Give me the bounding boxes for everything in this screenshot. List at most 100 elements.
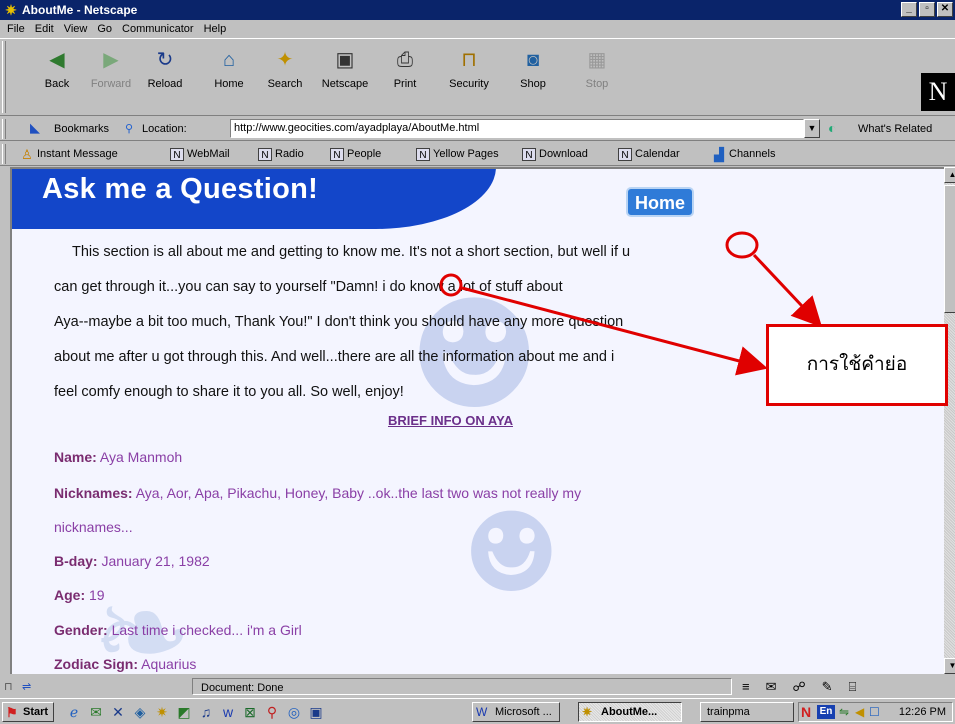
bookmark-page-icon: N [618, 147, 632, 161]
media-icon[interactable]: ♫ [196, 702, 216, 722]
info-gender: Gender: Last time i checked... i'm a Gir… [54, 622, 302, 638]
info-nicknames: Nicknames: Aya, Aor, Apa, Pikachu, Honey… [54, 485, 582, 501]
location-icon[interactable]: ⚲ [125, 117, 133, 141]
location-grip[interactable] [2, 119, 6, 139]
netscape-logo[interactable]: N [921, 73, 955, 111]
stop-button[interactable]: ▦ Stop [570, 47, 624, 107]
word-icon[interactable]: w [218, 702, 238, 722]
search-icon: ✦ [276, 49, 294, 71]
bookmarks-button[interactable]: Bookmarks [54, 117, 109, 141]
search-quick-icon[interactable]: ⚲ [262, 702, 282, 722]
radio-link[interactable]: N Radio [258, 142, 304, 166]
bookmark-page-icon: N [330, 147, 344, 161]
security-lock-icon[interactable]: ⊓ [4, 678, 22, 695]
netscape-button[interactable]: ▣ Netscape [318, 47, 372, 107]
menu-go[interactable]: Go [92, 20, 117, 38]
channels-link[interactable]: ▟ Channels [712, 142, 775, 166]
title-bar[interactable]: ✷ AboutMe - Netscape _ ▫ ✕ [0, 0, 955, 20]
navigation-toolbar: ◀ Back ▶ Forward ↻ Reload ⌂ Home ✦ Searc… [0, 38, 955, 116]
location-label: Location: [142, 123, 187, 135]
language-indicator[interactable]: En [817, 705, 835, 719]
excel-icon[interactable]: ✕ [108, 702, 128, 722]
whats-related-button[interactable]: What's Related [858, 117, 932, 141]
reload-button[interactable]: ↻ Reload [138, 47, 192, 107]
network-icon: ⇌ [22, 681, 32, 693]
status-text: Document: Done [192, 678, 732, 695]
stop-icon: ▦ [587, 49, 607, 71]
download-link[interactable]: N Download [522, 142, 588, 166]
page-title: Ask me a Question! [42, 173, 319, 205]
internet-explorer-icon[interactable]: ℯ [64, 702, 84, 722]
desktop-icon[interactable]: ◈ [130, 702, 150, 722]
url-dropdown-button[interactable]: ▼ [804, 119, 820, 138]
scroll-up-button[interactable]: ▲ [944, 167, 955, 183]
clock[interactable]: 12:26 PM [899, 703, 946, 721]
menu-view[interactable]: View [59, 20, 93, 38]
intro-line: Aya--maybe a bit too much, Thank You!" I… [54, 314, 624, 330]
maximize-button[interactable]: ▫ [919, 2, 935, 17]
netscape-quick-icon[interactable]: ✷ [152, 702, 172, 722]
shop-button[interactable]: ◙ Shop [506, 47, 560, 107]
security-button[interactable]: ⊓ Security [442, 47, 496, 107]
annotation-label: การใช้คำย่อ [766, 324, 948, 406]
network-tray-icon[interactable]: ⇋ [839, 703, 849, 721]
mail-icon[interactable]: ✉ [766, 678, 777, 695]
toolbar-grip[interactable] [2, 41, 6, 113]
menu-communicator[interactable]: Communicator [117, 20, 199, 38]
webmail-link[interactable]: N WebMail [170, 142, 230, 166]
bookmark-page-icon: N [416, 147, 430, 161]
personal-grip[interactable] [2, 144, 6, 164]
vertical-scrollbar[interactable]: ▲ ▼ [944, 167, 955, 674]
composer-icon[interactable]: ✎ [822, 678, 833, 695]
netscape-tray-icon[interactable]: N [801, 703, 811, 721]
menu-edit[interactable]: Edit [30, 20, 59, 38]
intro-line: can get through it...you can say to your… [54, 279, 563, 295]
yellow-pages-link[interactable]: N Yellow Pages [416, 142, 499, 166]
taskbar-button-word[interactable]: W Microsoft ... [472, 702, 560, 722]
navigator-icon[interactable]: ≡ [742, 678, 750, 695]
netscape-icon: ✷ [5, 2, 17, 18]
intro-line: This section is all about me and getting… [72, 244, 631, 260]
back-arrow-icon: ◀ [49, 49, 65, 71]
printer-icon: ⎙ [397, 49, 413, 71]
menu-file[interactable]: File [2, 20, 30, 38]
outlook-icon[interactable]: ✉ [86, 702, 106, 722]
calendar-link[interactable]: N Calendar [618, 142, 680, 166]
page-content[interactable]: ☻ ☻ ❧ Ask me a Question! Home This secti… [10, 167, 944, 674]
excel-quick-icon[interactable]: ⊠ [240, 702, 260, 722]
search-button[interactable]: ✦ Search [258, 47, 312, 107]
back-button[interactable]: ◀ Back [30, 47, 84, 107]
close-button[interactable]: ✕ [937, 2, 953, 17]
forward-button[interactable]: ▶ Forward [84, 47, 138, 107]
browser-quick-icon[interactable]: ◎ [284, 702, 304, 722]
home-nav-button[interactable]: ⌂ Home [202, 47, 256, 107]
bookmarks-icon[interactable]: ◣ [30, 121, 52, 135]
url-field[interactable]: http://www.geocities.com/ayadplaya/About… [230, 119, 804, 138]
start-button[interactable]: ⚑ Start [2, 702, 54, 722]
netscape-window: ✷ AboutMe - Netscape _ ▫ ✕ File Edit Vie… [0, 0, 955, 724]
instant-message-link[interactable]: ♙ Instant Message [20, 142, 118, 166]
bookmark-page-icon: N [258, 147, 272, 161]
show-desktop-icon[interactable]: ▣ [306, 702, 326, 722]
page-banner: Ask me a Question! [12, 169, 496, 229]
whats-related-icon[interactable]: ◐ [828, 120, 848, 137]
menu-help[interactable]: Help [199, 20, 232, 38]
forward-arrow-icon: ▶ [103, 49, 119, 71]
print-button[interactable]: ⎙ Print [378, 47, 432, 107]
people-link[interactable]: N People [330, 142, 381, 166]
channel-icon[interactable]: ◩ [174, 702, 194, 722]
bookmark-page-icon: N [170, 147, 184, 161]
minimize-button[interactable]: _ [901, 2, 917, 17]
taskbar-button-trainpma[interactable]: trainpma [700, 702, 794, 722]
discussions-icon[interactable]: ⌸ [849, 678, 857, 695]
my-netscape-icon: ▣ [335, 49, 355, 71]
tray-app-icon[interactable]: ☐ [869, 703, 880, 721]
volume-tray-icon[interactable]: ◀ [855, 703, 864, 721]
scroll-down-button[interactable]: ▼ [944, 658, 955, 674]
background-watermark-shape: ☻ [462, 489, 561, 617]
taskbar-button-netscape[interactable]: ✷ AboutMe... [578, 702, 682, 722]
scroll-thumb[interactable] [944, 185, 955, 313]
home-link-button[interactable]: Home [626, 187, 694, 217]
brief-info-link[interactable]: BRIEF INFO ON AYA [388, 413, 513, 428]
messenger-icon[interactable]: ☍ [793, 678, 806, 695]
